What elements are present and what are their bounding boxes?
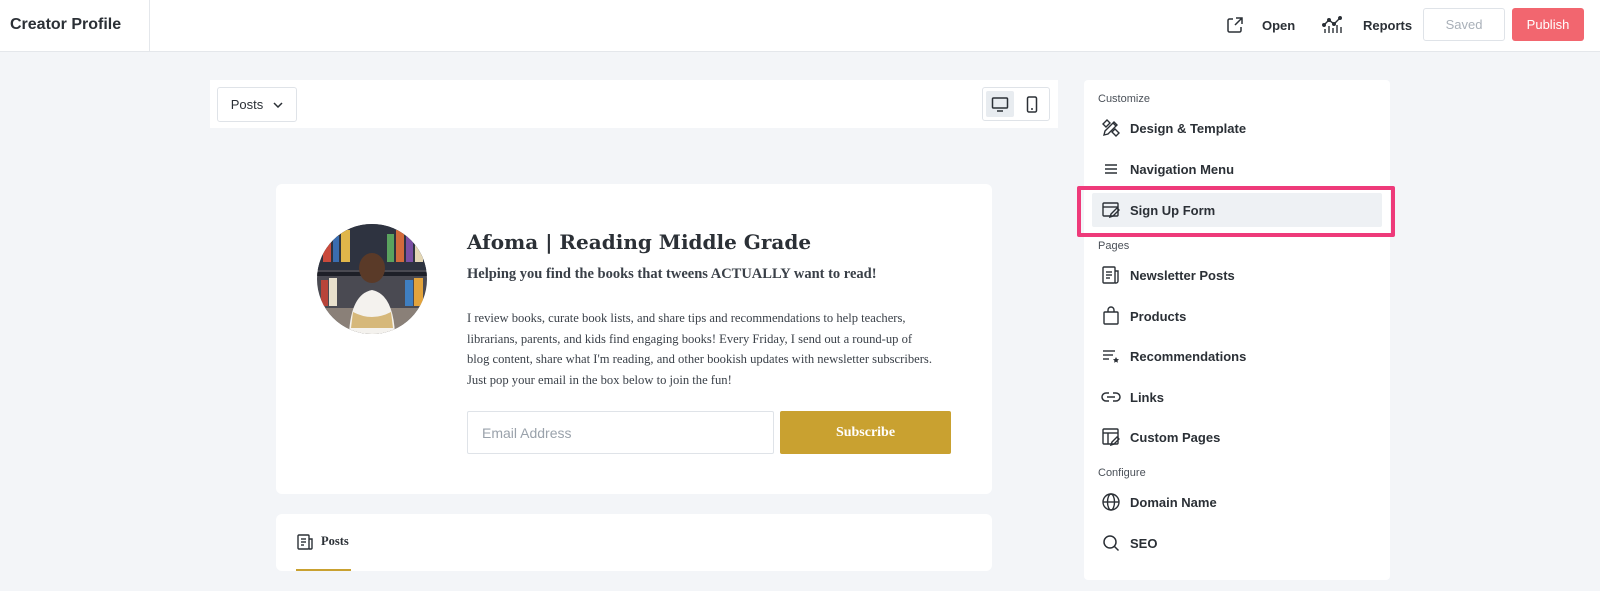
posts-tab-label: Posts	[321, 534, 349, 548]
profile-bio: I review books, curate book lists, and s…	[467, 311, 932, 387]
device-toggle	[982, 87, 1050, 121]
sidebar-item-label: SEO	[1130, 535, 1158, 551]
globe-icon	[1100, 491, 1122, 513]
sidebar-item-navigation-menu[interactable]: Navigation Menu	[1092, 152, 1382, 186]
email-input[interactable]	[467, 411, 774, 454]
profile-tagline: Helping you find the books that tweens A…	[467, 266, 877, 282]
sidebar-item-label: Navigation Menu	[1130, 161, 1235, 177]
tab-posts[interactable]: Posts	[296, 514, 351, 571]
form-edit-icon	[1100, 199, 1122, 221]
preview-toolbar: Posts	[210, 80, 1058, 128]
sidebar-item-label: Sign Up Form	[1130, 202, 1216, 218]
sidebar-item-recommendations[interactable]: Recommendations	[1092, 339, 1382, 373]
layout-edit-icon	[1100, 426, 1122, 448]
customize-panel: Customize Design & Template Navigation M…	[1084, 80, 1390, 580]
sidebar-item-custom-pages[interactable]: Custom Pages	[1092, 420, 1382, 454]
mobile-icon	[1026, 95, 1038, 113]
posts-dropdown[interactable]: Posts	[217, 87, 297, 122]
sidebar-item-label: Products	[1130, 308, 1187, 324]
sidebar-item-newsletter-posts[interactable]: Newsletter Posts	[1092, 258, 1382, 292]
sidebar-item-label: Design & Template	[1130, 120, 1247, 136]
sidebar-item-label: Newsletter Posts	[1130, 267, 1235, 283]
posts-section: Posts	[276, 514, 992, 571]
open-label: Open	[1262, 17, 1296, 33]
sidebar-item-seo[interactable]: SEO	[1092, 526, 1382, 560]
desktop-view-button[interactable]	[986, 91, 1014, 117]
reports-button[interactable]: Reports	[1322, 0, 1412, 50]
sidebar-item-label: Domain Name	[1130, 494, 1217, 510]
chart-icon	[1322, 16, 1343, 33]
section-label-customize: Customize	[1098, 93, 1150, 105]
sidebar-item-label: Recommendations	[1130, 348, 1247, 364]
reports-label: Reports	[1363, 17, 1413, 33]
sidebar-item-label: Links	[1130, 389, 1164, 405]
search-icon	[1100, 532, 1122, 554]
mobile-view-button[interactable]	[1018, 91, 1046, 117]
open-button[interactable]: Open	[1226, 0, 1295, 50]
design-tools-icon	[1100, 117, 1122, 139]
menu-lines-icon	[1100, 158, 1122, 180]
sidebar-item-domain-name[interactable]: Domain Name	[1092, 485, 1382, 519]
sidebar-item-products[interactable]: Products	[1092, 299, 1382, 333]
sidebar-item-label: Custom Pages	[1130, 429, 1221, 445]
chevron-down-icon	[273, 101, 283, 108]
document-icon	[297, 533, 313, 550]
publish-button[interactable]: Publish	[1512, 8, 1584, 41]
profile-card: Afoma | Reading Middle Grade Helping you…	[276, 184, 992, 494]
saved-button[interactable]: Saved	[1423, 8, 1505, 41]
sidebar-item-design-template[interactable]: Design & Template	[1092, 111, 1382, 145]
desktop-icon	[991, 96, 1009, 112]
sidebar-item-sign-up-form[interactable]: Sign Up Form	[1092, 193, 1382, 227]
shopping-bag-icon	[1100, 305, 1122, 327]
app-title: Creator Profile	[0, 0, 150, 52]
document-icon	[1100, 264, 1122, 286]
avatar	[317, 224, 427, 334]
top-bar: Creator Profile Open Reports Saved Publi…	[0, 0, 1600, 52]
section-label-configure: Configure	[1098, 467, 1146, 479]
external-link-icon	[1227, 17, 1243, 33]
section-label-pages: Pages	[1098, 240, 1130, 252]
link-icon	[1100, 386, 1122, 408]
subscribe-button[interactable]: Subscribe	[780, 411, 951, 454]
list-star-icon	[1100, 345, 1122, 367]
posts-dropdown-label: Posts	[230, 97, 264, 112]
sidebar-item-links[interactable]: Links	[1092, 380, 1382, 414]
profile-name: Afoma | Reading Middle Grade	[467, 230, 812, 254]
